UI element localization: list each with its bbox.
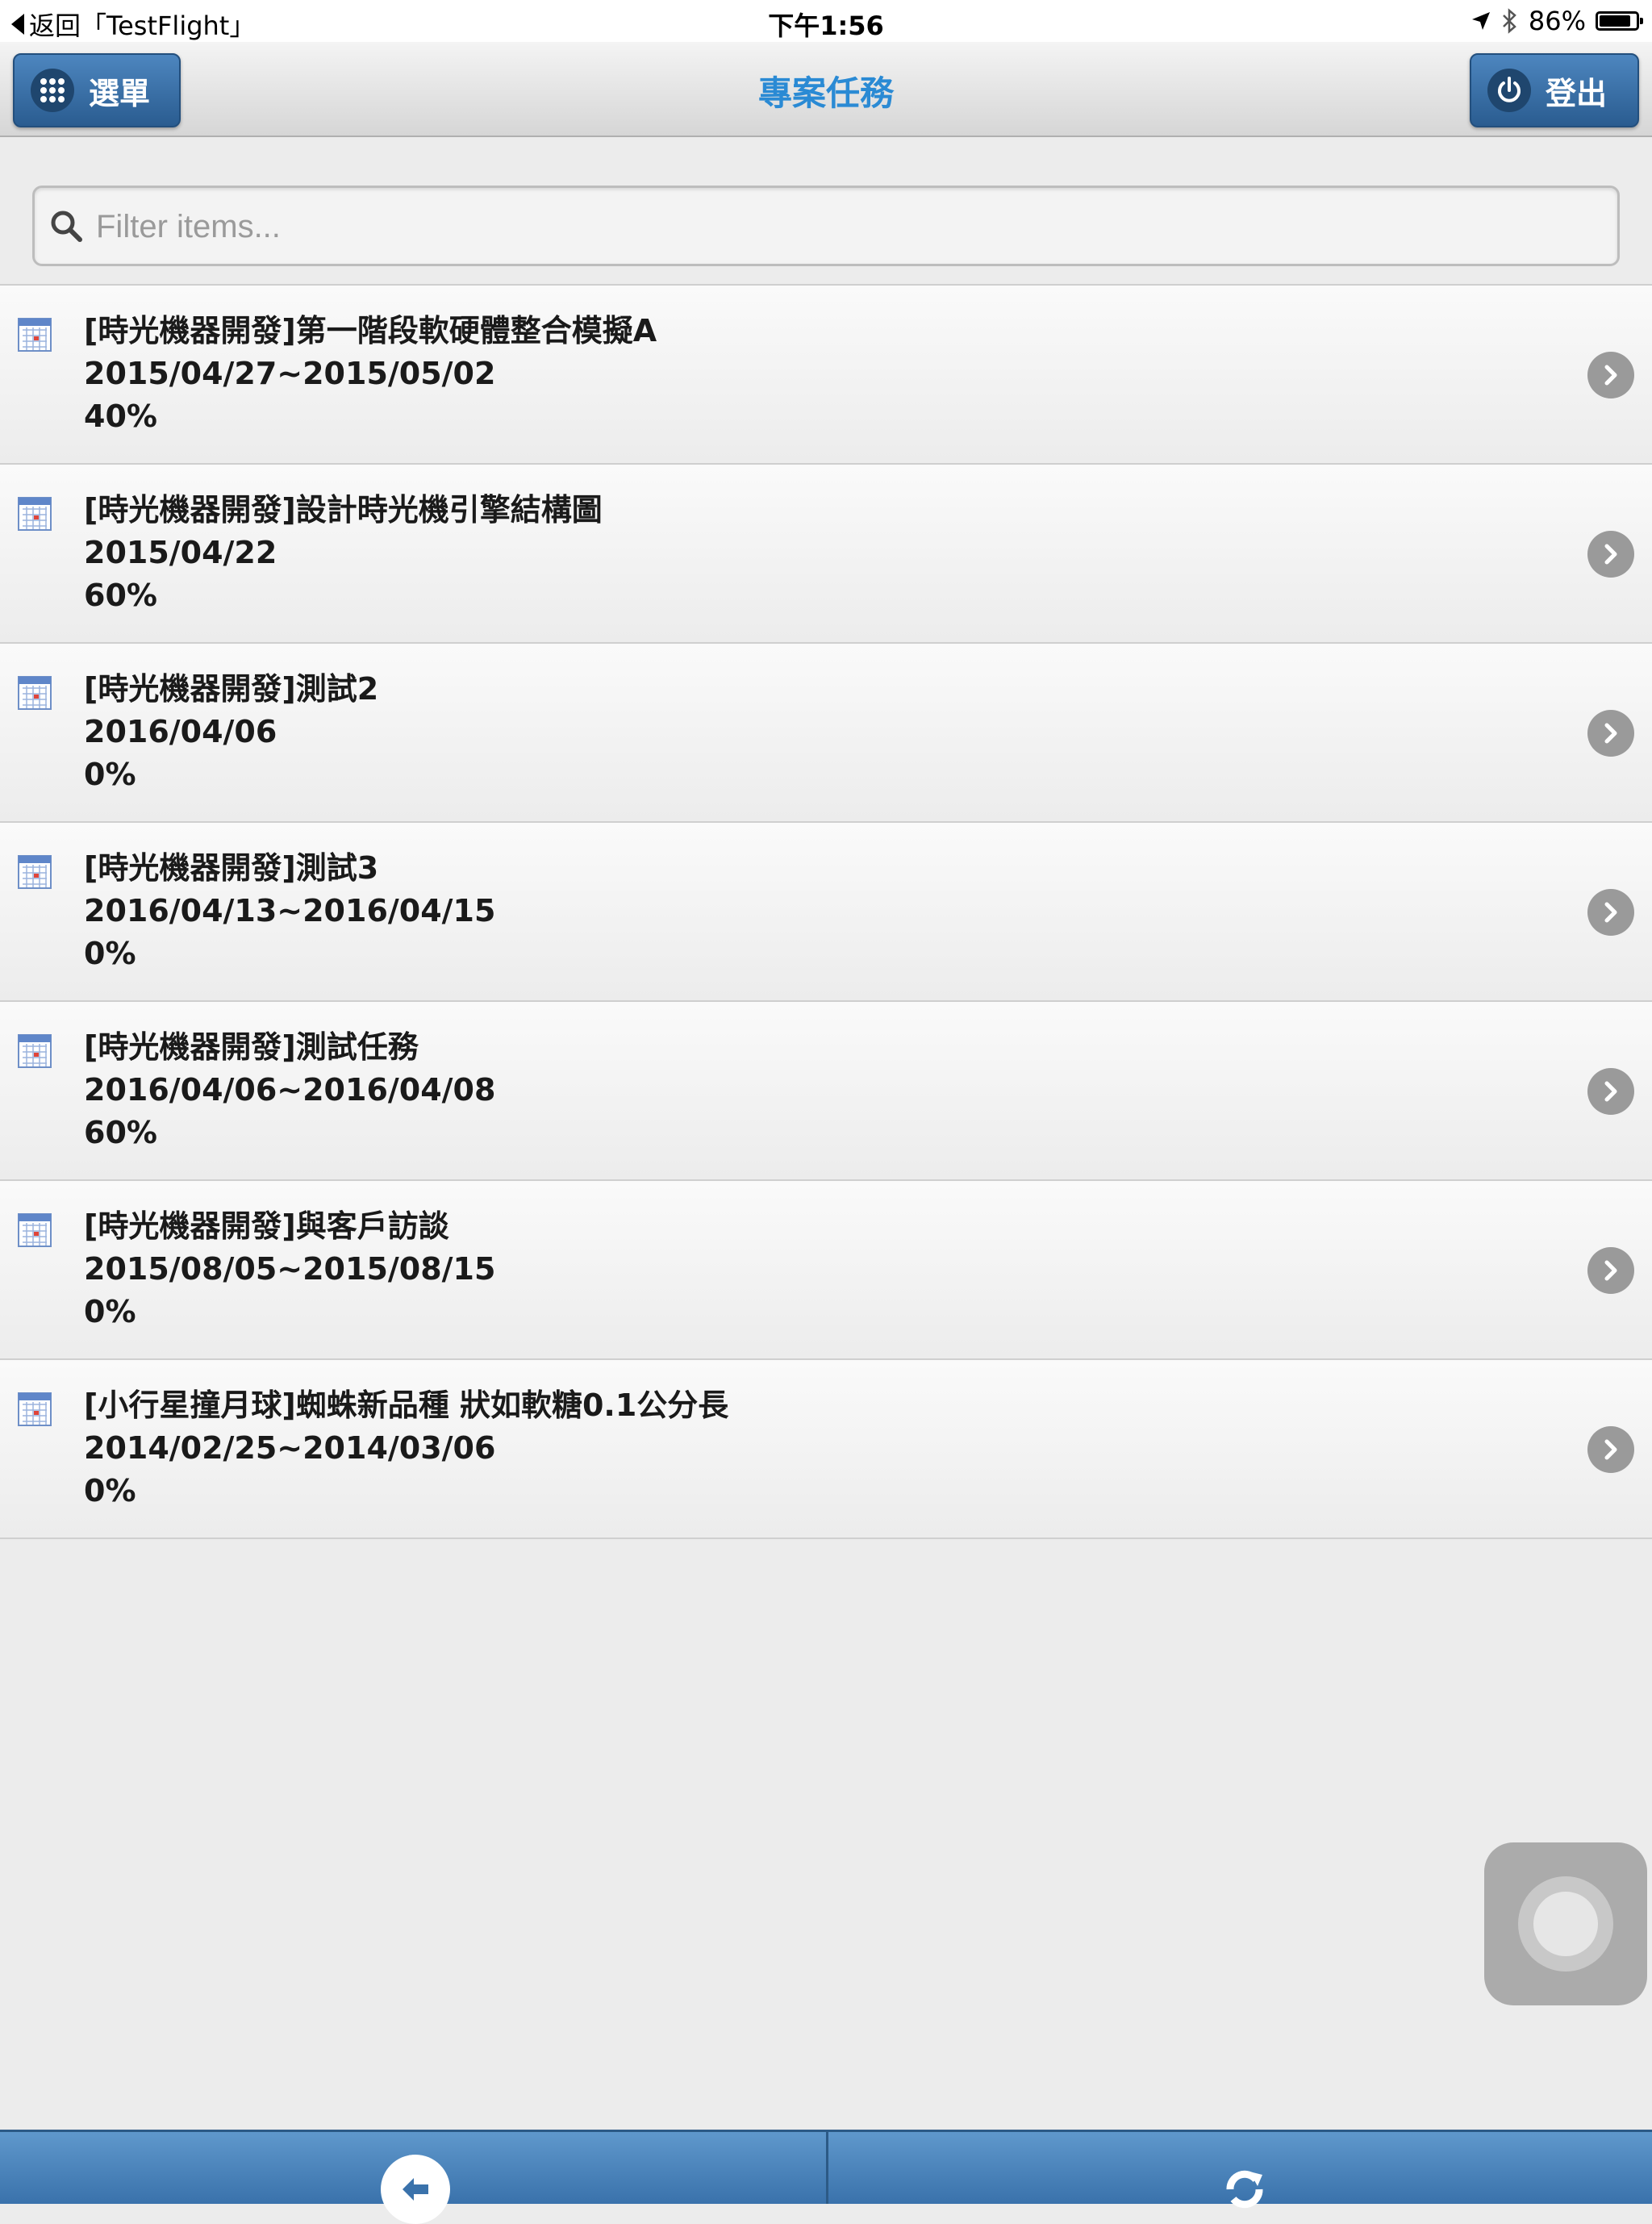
task-title: [時光機器開發]測試任務 [84,1029,419,1065]
top-navigation-bar: 選單 專案任務 登出 [0,42,1652,137]
calendar-icon [18,497,52,531]
task-progress: 40% [84,398,157,434]
chevron-right-icon[interactable] [1587,1426,1634,1473]
chevron-right-icon[interactable] [1587,531,1634,578]
status-time: 下午1:56 [768,10,884,41]
calendar-icon [18,676,52,710]
bottom-toolbar [0,2130,1652,2224]
task-title: [小行星撞月球]蜘蛛新品種 狀如軟糖0.1公分長 [84,1387,729,1423]
chevron-right-icon[interactable] [1587,352,1634,398]
task-progress: 0% [84,757,136,792]
task-progress: 60% [84,1115,157,1150]
power-icon [1487,69,1531,112]
task-date: 2016/04/13~2016/04/15 [84,893,496,928]
task-row[interactable]: [小行星撞月球]蜘蛛新品種 狀如軟糖0.1公分長 2014/02/25~2014… [0,1360,1652,1539]
task-row[interactable]: [時光機器開發]第一階段軟硬體整合模擬A 2015/04/27~2015/05/… [0,286,1652,465]
chevron-right-icon[interactable] [1587,710,1634,757]
task-title: [時光機器開發]設計時光機引擎結構圖 [84,492,603,528]
task-progress: 60% [84,578,157,613]
task-row[interactable]: [時光機器開發]測試3 2016/04/13~2016/04/15 0% [0,823,1652,1002]
task-date: 2015/08/05~2015/08/15 [84,1251,496,1287]
task-date: 2016/04/06~2016/04/08 [84,1072,496,1108]
task-row[interactable]: [時光機器開發]與客戶訪談 2015/08/05~2015/08/15 0% [0,1181,1652,1360]
task-date: 2015/04/22 [84,535,277,570]
back-arrow-icon [403,2178,428,2201]
status-right: 86% [1471,6,1643,36]
refresh-icon [1226,2170,1263,2209]
back-button[interactable] [381,2155,450,2224]
calendar-icon [18,1034,52,1068]
logout-label: 登出 [1546,75,1608,111]
toolbar-separator [826,2132,828,2204]
assistive-touch-button[interactable] [1484,1842,1647,2005]
assistive-touch-dot [1531,1889,1600,1959]
chevron-right-icon[interactable] [1587,889,1634,936]
bluetooth-icon [1502,8,1516,34]
task-progress: 0% [84,1473,136,1508]
search-icon [51,211,82,242]
battery-icon [1596,11,1643,31]
task-date: 2015/04/27~2015/05/02 [84,356,496,391]
page-title: 專案任務 [757,73,894,113]
chevron-right-icon[interactable] [1587,1247,1634,1294]
calendar-icon [18,1392,52,1426]
filter-search-box[interactable] [32,186,1620,266]
task-title: [時光機器開發]第一階段軟硬體整合模擬A [84,313,657,348]
refresh-button[interactable] [1210,2155,1279,2224]
task-title: [時光機器開發]與客戶訪談 [84,1208,449,1244]
task-row[interactable]: [時光機器開發]測試2 2016/04/06 0% [0,644,1652,823]
task-date: 2016/04/06 [84,714,277,749]
filter-input[interactable] [94,188,1598,265]
calendar-icon [18,855,52,889]
chevron-right-icon[interactable] [1587,1068,1634,1115]
task-row[interactable]: [時光機器開發]測試任務 2016/04/06~2016/04/08 60% [0,1002,1652,1181]
task-title: [時光機器開發]測試2 [84,671,379,707]
task-date: 2014/02/25~2014/03/06 [84,1430,496,1466]
task-title: [時光機器開發]測試3 [84,850,379,886]
status-bar: 返回「TestFlight」 下午1:56 86% [0,0,1652,42]
battery-percent: 86% [1528,6,1586,36]
task-progress: 0% [84,1294,136,1329]
calendar-icon [18,318,52,352]
task-list: [時光機器開發]第一階段軟硬體整合模擬A 2015/04/27~2015/05/… [0,284,1652,1539]
task-progress: 0% [84,936,136,971]
task-row[interactable]: [時光機器開發]設計時光機引擎結構圖 2015/04/22 60% [0,465,1652,644]
location-arrow-icon [1471,12,1490,30]
calendar-icon [18,1213,52,1247]
logout-button[interactable]: 登出 [1470,53,1639,127]
